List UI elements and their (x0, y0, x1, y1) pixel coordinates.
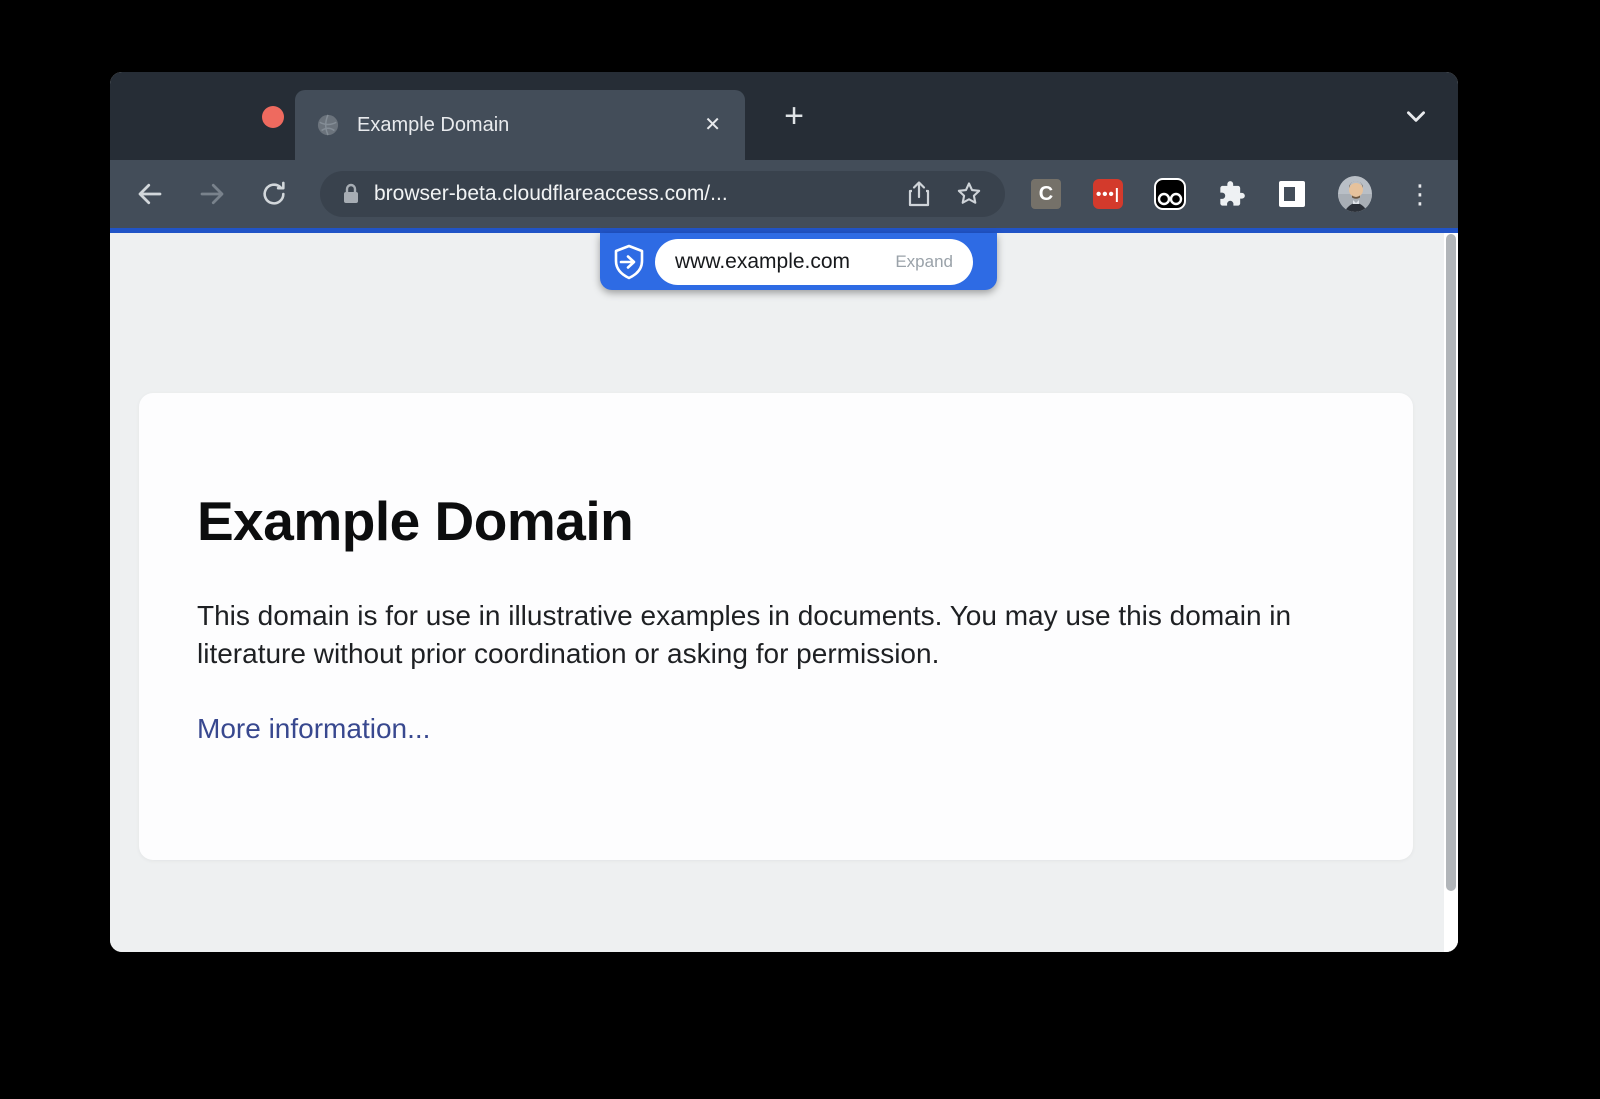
isolation-url-pill[interactable]: www.example.com Expand (600, 233, 997, 290)
close-tab-icon[interactable]: ✕ (704, 115, 721, 135)
page-body-text: This domain is for use in illustrative e… (197, 597, 1347, 673)
shield-icon (613, 244, 645, 280)
profile-avatar[interactable] (1338, 177, 1372, 211)
side-panel-icon[interactable] (1275, 177, 1309, 211)
scrollbar-track[interactable] (1444, 233, 1458, 952)
back-button[interactable] (130, 174, 170, 214)
bookmark-star-icon[interactable] (955, 180, 983, 208)
menu-kebab-icon[interactable]: ⋮ (1403, 177, 1437, 211)
browser-window: Example Domain ✕ + browser-beta.cloudfla… (110, 72, 1458, 952)
page-title: Example Domain (197, 489, 1353, 553)
expand-button[interactable]: Expand (895, 252, 953, 272)
isolated-domain-text: www.example.com (675, 250, 850, 274)
scrollbar-thumb[interactable] (1446, 234, 1456, 891)
lock-icon (342, 183, 360, 205)
more-information-link[interactable]: More information... (197, 713, 430, 745)
example-domain-card: Example Domain This domain is for use in… (139, 393, 1413, 860)
address-bar[interactable]: browser-beta.cloudflareaccess.com/... (320, 171, 1005, 217)
traffic-light-close-button[interactable] (262, 106, 284, 128)
new-tab-button[interactable]: + (772, 94, 816, 138)
page-viewport: www.example.com Expand Example Domain Th… (110, 233, 1458, 952)
share-icon[interactable] (907, 180, 931, 208)
reload-button[interactable] (254, 174, 294, 214)
chevron-down-icon[interactable] (1396, 96, 1436, 136)
isolated-domain-pill[interactable]: www.example.com Expand (655, 239, 973, 285)
tab-example-domain[interactable]: Example Domain ✕ (295, 90, 745, 160)
forward-button[interactable] (192, 174, 232, 214)
url-text: browser-beta.cloudflareaccess.com/... (374, 182, 728, 206)
toolbar: browser-beta.cloudflareaccess.com/... C … (110, 160, 1458, 228)
extension-binoculars-icon[interactable] (1153, 177, 1187, 211)
tab-title: Example Domain (357, 114, 704, 137)
tab-strip: Example Domain ✕ + (110, 72, 1458, 160)
extension-c-icon[interactable]: C (1029, 177, 1063, 211)
globe-favicon-icon (317, 114, 339, 136)
extensions-puzzle-icon[interactable] (1215, 177, 1249, 211)
extension-lastpass-icon[interactable]: •••| (1091, 177, 1125, 211)
